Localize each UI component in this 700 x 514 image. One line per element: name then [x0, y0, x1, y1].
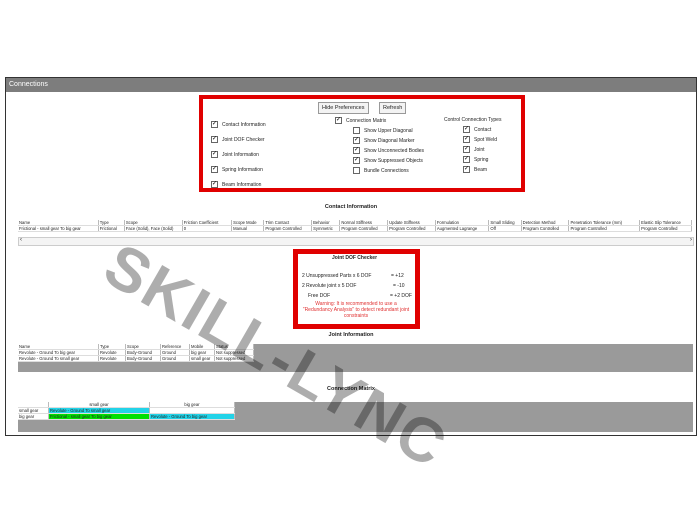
table-cell: Program Controlled	[339, 225, 389, 232]
checkbox-box	[353, 156, 360, 164]
checkbox-spot-weld[interactable]: Spot Weld	[463, 135, 497, 143]
checkbox-bundle-connections[interactable]: Bundle Connections	[353, 167, 409, 174]
refresh-button[interactable]: Refresh	[379, 102, 407, 114]
table-cell: Program Controlled	[639, 225, 692, 232]
table-cell: Program Controlled	[521, 225, 570, 232]
matrix-cell[interactable]: Frictional - small gear To big gear	[48, 413, 150, 420]
checkbox-box	[211, 165, 218, 173]
checkbox-box	[211, 120, 218, 128]
table-row[interactable]: big gear Frictional - small gear To big …	[18, 413, 235, 420]
window-title: Connections	[6, 78, 696, 92]
contact-information-title: Contact Information	[324, 204, 378, 210]
checkbox-show-unconnected-bodies[interactable]: Show Unconnected Bodies	[353, 146, 424, 154]
checkbox-show-upper-diagonal[interactable]: Show Upper Diagonal	[353, 127, 413, 134]
checkbox-box	[353, 136, 360, 144]
checkbox-joint[interactable]: Joint	[463, 145, 485, 153]
checkbox-connection-matrix[interactable]: Connection Matrix	[335, 116, 386, 124]
connection-matrix-title: Connection Matrix	[327, 386, 375, 392]
checkbox-beam-information[interactable]: Beam Information	[211, 180, 261, 188]
checkbox-box	[211, 135, 218, 143]
contact-table: Name Type Scope Friction Coefficient Sco…	[18, 220, 692, 232]
checkbox-box	[463, 125, 470, 133]
table-cell: Revolute - Ground To small gear	[18, 355, 99, 362]
table-cell: Program Controlled	[387, 225, 436, 232]
dof-title: Joint DOF Checker	[332, 255, 378, 261]
checkbox-contact-information[interactable]: Contact Information	[211, 120, 266, 128]
dof-line-1-label: 2 Unsuppressed Parts x 6 DOF	[302, 273, 372, 279]
table-row[interactable]: Revolute - Ground To small gear Revolute…	[18, 355, 254, 362]
connections-window: Connections Hide Preferences Refresh Con…	[5, 77, 697, 436]
table-cell: Frictional - small gear To big gear	[18, 225, 99, 232]
control-connection-types-heading: Control Connection Types	[444, 117, 502, 123]
table-row[interactable]: Revolute - Ground To big gear Revolute B…	[18, 349, 254, 356]
matrix-table-wrap: small gear big gear small gear Revolute …	[18, 402, 235, 420]
checkbox-show-diagonal-marker[interactable]: Show Diagonal Marker	[353, 136, 415, 144]
table-row[interactable]: Frictional - small gear To big gear Fric…	[18, 225, 692, 232]
table-cell: Program Controlled	[568, 225, 641, 232]
table-cell: Off	[488, 225, 522, 232]
checkbox-contact[interactable]: Contact	[463, 125, 491, 133]
checkbox-spring[interactable]: Spring	[463, 155, 488, 163]
horizontal-scrollbar[interactable]: ‹ ›	[18, 237, 694, 246]
dof-line-2-label: 2 Revolute joint x 5 DOF	[302, 283, 357, 289]
checkbox-box	[463, 135, 470, 143]
dof-line-3-value: = +2 DOF	[390, 293, 412, 299]
table-cell: Face (Solid), Face (Solid)	[124, 225, 183, 232]
dof-line-2-value: = -10	[393, 283, 405, 289]
table-cell: Frictional	[98, 225, 125, 232]
checkbox-box	[353, 167, 360, 174]
scroll-left-icon[interactable]: ‹	[20, 237, 22, 243]
table-cell: Ground	[160, 355, 190, 362]
scroll-right-icon[interactable]: ›	[690, 237, 692, 243]
contact-table-wrap: Name Type Scope Friction Coefficient Sco…	[18, 220, 692, 232]
table-cell: Not suppressed	[214, 355, 254, 362]
checkbox-box	[463, 145, 470, 153]
checkbox-beam[interactable]: Beam	[463, 165, 487, 173]
checkbox-box	[211, 180, 218, 188]
table-cell: Revolute	[98, 355, 126, 362]
joint-information-title: Joint Information	[328, 332, 374, 338]
table-cell: Augmented Lagrange	[435, 225, 490, 232]
connection-matrix-table: small gear big gear small gear Revolute …	[18, 402, 235, 420]
checkbox-box	[211, 150, 218, 158]
checkbox-box	[463, 155, 470, 163]
checkbox-box	[353, 146, 360, 154]
checkbox-box	[463, 165, 470, 173]
table-cell: Body-Ground	[125, 355, 161, 362]
joint-dof-checker-panel: Joint DOF Checker 2 Unsuppressed Parts x…	[293, 249, 420, 329]
hide-preferences-button[interactable]: Hide Preferences	[318, 102, 369, 114]
checkbox-box	[353, 127, 360, 134]
checkbox-spring-information[interactable]: Spring Information	[211, 165, 263, 173]
dof-line-1-value: = +12	[391, 273, 404, 279]
dof-warning: Warning: It is recommended to use a "Red…	[302, 301, 410, 319]
dof-line-3-label: Free DOF	[308, 293, 331, 299]
checkbox-show-suppressed-objects[interactable]: Show Suppressed Objects	[353, 156, 423, 164]
table-cell: Manual	[231, 225, 265, 232]
checkbox-joint-information[interactable]: Joint Information	[211, 150, 259, 158]
preferences-panel: Hide Preferences Refresh Contact Informa…	[199, 95, 525, 192]
table-cell: Symmetric	[311, 225, 341, 232]
checkbox-box	[335, 116, 342, 124]
joint-table-wrap: Name Type Scope Reference Mobile Status …	[18, 344, 254, 362]
table-cell: 0	[182, 225, 233, 232]
table-cell: small gear	[189, 355, 215, 362]
matrix-cell[interactable]: Revolute - Ground To big gear	[149, 413, 235, 420]
joint-table: Name Type Scope Reference Mobile Status …	[18, 344, 254, 362]
row-header: big gear	[18, 413, 49, 420]
checkbox-joint-dof-checker[interactable]: Joint DOF Checker	[211, 135, 265, 143]
table-cell: Program Controlled	[263, 225, 313, 232]
